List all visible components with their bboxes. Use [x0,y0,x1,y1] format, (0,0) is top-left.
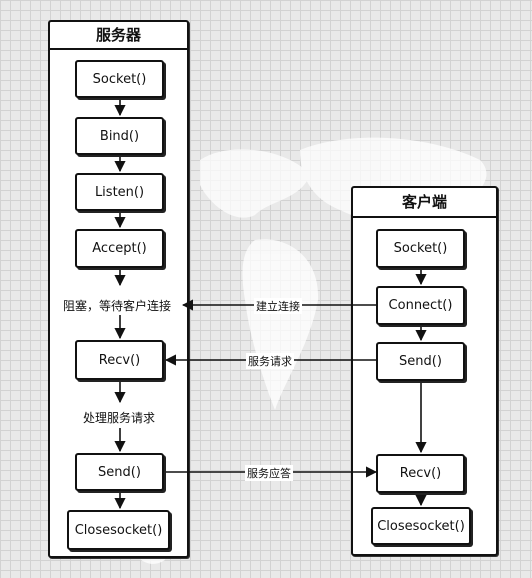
server-socket-box: Socket() [75,60,164,98]
client-send-box: Send() [376,342,465,381]
client-socket-box: Socket() [376,229,465,268]
edge-label-request: 服务请求 [246,353,294,369]
server-accept-box: Accept() [75,229,164,268]
server-listen-box: Listen() [75,173,164,211]
server-closesocket-box: Closesocket() [67,510,170,550]
client-connect-box: Connect() [376,286,465,325]
client-recv-box: Recv() [376,454,465,493]
client-closesocket-box: Closesocket() [371,507,471,545]
server-process-note: 处理服务请求 [83,409,156,426]
server-recv-box: Recv() [75,340,164,380]
edge-label-response: 服务应答 [245,465,293,481]
server-send-box: Send() [75,453,164,491]
server-block-note: 阻塞，等待客户连接 [63,297,172,314]
edge-label-connect: 建立连接 [254,298,302,314]
server-bind-box: Bind() [75,117,164,155]
